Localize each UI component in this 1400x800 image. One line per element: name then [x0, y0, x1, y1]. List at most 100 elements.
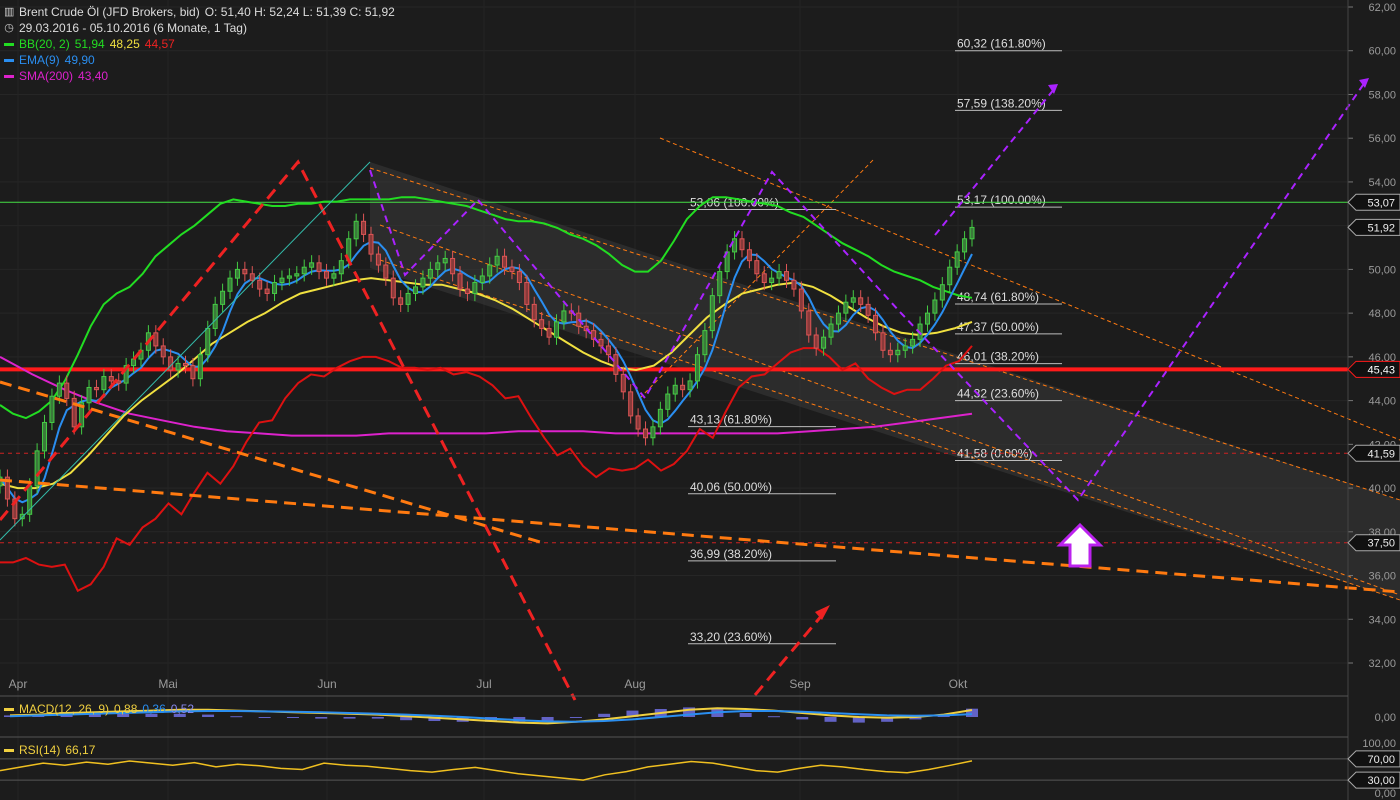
candle-body [93, 386, 99, 391]
candle-body [628, 391, 634, 417]
macd-swatch [4, 707, 14, 711]
candle-body [732, 238, 738, 253]
clock-icon: ◷ [4, 22, 14, 34]
sma-swatch [4, 74, 14, 78]
macd-label: MACD(12, 26, 9) [19, 702, 110, 716]
price-tick-label: 34,00 [1368, 614, 1396, 626]
candle-body [168, 356, 174, 371]
macd-histogram-bar [598, 713, 611, 717]
up-arrow-icon [1056, 522, 1104, 568]
candle-body [880, 332, 886, 351]
candle-body [249, 273, 255, 281]
price-tick-label: 32,00 [1368, 658, 1396, 670]
sma-legend[interactable]: SMA(200) 43,40 [4, 68, 395, 84]
candle-body [776, 271, 782, 279]
rsi-legend[interactable]: RSI(14) 66,17 [4, 743, 95, 757]
price-tick-label: 54,00 [1368, 177, 1396, 189]
bb-legend[interactable]: BB(20, 2) 51,94 48,25 44,57 [4, 36, 395, 52]
candle-body [190, 365, 196, 380]
candle-body [375, 253, 381, 266]
candle-body [850, 297, 856, 303]
fib-label: 53,17 (100.00%) [957, 193, 1046, 207]
candle-body [301, 266, 307, 275]
candle-body [835, 312, 841, 325]
candle-body [64, 382, 70, 399]
rsi-panel: 70,00 30,00 100,00 0,00 [0, 738, 1400, 800]
candle-body [947, 266, 953, 286]
candle-body [338, 260, 344, 275]
candle-body [902, 345, 908, 351]
candle-body [272, 282, 278, 294]
candle-body [509, 266, 515, 273]
candle-body [212, 303, 218, 329]
macd-histogram-bar [767, 716, 780, 718]
bb-upper-value: 48,25 [109, 37, 140, 51]
retracement-label: 43,13 (61.80%) [690, 413, 772, 427]
price-tag-label: 37,50 [1367, 538, 1395, 550]
candle-body [553, 321, 559, 338]
macd-value-1: 0,88 [114, 702, 138, 716]
candle-body [479, 275, 485, 284]
price-tick-label: 40,00 [1368, 483, 1396, 495]
bb-swatch [4, 42, 14, 46]
macd-histogram-bar [739, 713, 752, 717]
purple-arrow-head [1048, 84, 1058, 94]
rsi-tag-label: 30,00 [1367, 775, 1395, 787]
candle-body [257, 279, 263, 290]
price-tag-label: 45,43 [1367, 364, 1395, 376]
candle-body [746, 249, 752, 262]
candle-body [657, 408, 663, 428]
candle-body [34, 450, 40, 487]
candle-body [457, 273, 463, 290]
candle-body [197, 354, 203, 380]
candle-body [405, 292, 411, 305]
macd-histogram-bar [343, 717, 356, 719]
candle-body [635, 415, 641, 430]
candle-body [516, 271, 522, 284]
retracement-label: 40,06 (50.00%) [690, 480, 772, 494]
price-tick-label: 60,00 [1368, 46, 1396, 58]
candle-body [709, 295, 715, 332]
candle-body [182, 362, 188, 367]
candle-body [42, 421, 48, 452]
candle-body [605, 345, 611, 356]
price-tag-label: 53,07 [1367, 197, 1395, 209]
sma-value: 43,40 [78, 69, 109, 83]
macd-histogram-bar [258, 717, 271, 718]
candle-body [598, 338, 604, 347]
candle-body [353, 220, 359, 240]
macd-legend[interactable]: MACD(12, 26, 9) 0,88 0,36 0,52 [4, 702, 194, 716]
macd-histogram-bar [286, 717, 299, 718]
grid-lines [0, 0, 1348, 800]
macd-tick-label: 0,00 [1375, 712, 1396, 724]
candle-body [309, 262, 315, 268]
month-label: Apr [9, 677, 28, 691]
candle-body [153, 332, 159, 347]
price-tick-label: 48,00 [1368, 308, 1396, 320]
candle-body [539, 319, 545, 329]
month-label: Jun [317, 677, 336, 691]
price-tick-label: 58,00 [1368, 89, 1396, 101]
candle-body [739, 238, 745, 251]
candle-body [813, 334, 819, 349]
candle-body [694, 354, 700, 382]
trend-channel [370, 162, 1400, 600]
candle-body [969, 226, 975, 240]
candle-body [494, 255, 500, 266]
bb-lower-value: 44,57 [144, 37, 175, 51]
candle-body [435, 262, 441, 270]
bb-mid-value: 51,94 [74, 37, 105, 51]
ema-legend[interactable]: EMA(9) 49,90 [4, 52, 395, 68]
macd-histogram-bar [400, 717, 413, 721]
candle-body [502, 255, 508, 268]
ohlc-values: O: 51,40 H: 52,24 L: 51,39 C: 51,92 [204, 5, 395, 19]
macd-histogram-bar [230, 716, 243, 718]
price-axis: 62,0060,0058,0056,0054,0052,0050,0048,00… [1347, 0, 1400, 800]
sma-label: SMA(200) [19, 69, 74, 83]
fib-label: 46,01 (38.20%) [957, 350, 1039, 364]
candle-body [531, 303, 537, 321]
month-label: Mai [158, 677, 177, 691]
candle-body [390, 277, 396, 299]
rsi-tick-label: 100,00 [1362, 738, 1396, 750]
candle-body [643, 428, 649, 439]
